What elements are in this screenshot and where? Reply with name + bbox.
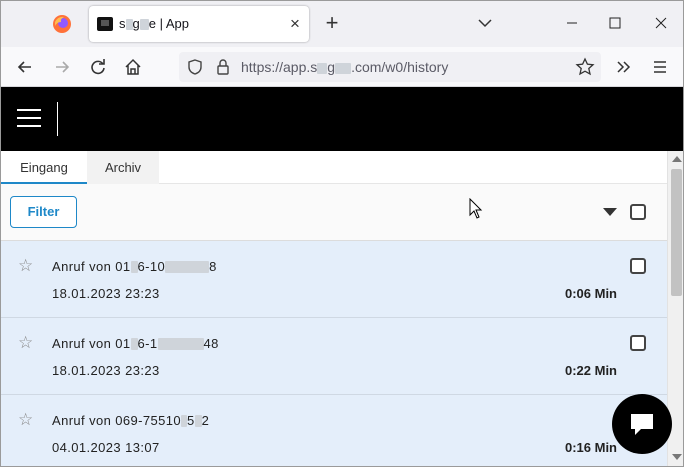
extensions-chevron-icon[interactable] xyxy=(613,56,635,78)
tab-eingang[interactable]: Eingang xyxy=(1,151,87,184)
minimize-icon[interactable] xyxy=(562,13,582,33)
header-divider xyxy=(57,102,58,136)
star-icon[interactable]: ☆ xyxy=(18,334,33,351)
hamburger-icon[interactable] xyxy=(17,109,43,129)
filter-button[interactable]: Filter xyxy=(10,196,77,228)
chat-button[interactable] xyxy=(612,394,672,454)
scroll-up-icon[interactable] xyxy=(672,156,682,162)
call-date: 18.01.2023 23:23 xyxy=(52,286,160,301)
browser-tab[interactable]: sge | App × xyxy=(89,6,309,42)
chevron-down-icon[interactable] xyxy=(475,13,495,33)
call-list-item[interactable]: ☆ Anruf von 069-75510 5 2 04.01.2023 13:07… xyxy=(1,395,667,466)
call-title: Anruf von 069-75510 5 2 xyxy=(52,413,210,428)
call-checkbox[interactable] xyxy=(630,335,646,351)
call-date: 04.01.2023 13:07 xyxy=(52,440,160,455)
star-icon[interactable]: ☆ xyxy=(18,411,33,428)
call-duration: 0:06 Min xyxy=(564,286,617,301)
chat-icon xyxy=(631,414,653,435)
close-window-icon[interactable] xyxy=(651,13,671,33)
sort-dropdown-icon[interactable] xyxy=(603,208,617,216)
app-header xyxy=(1,87,683,151)
call-duration: 0:22 Min xyxy=(564,363,617,378)
call-date: 18.01.2023 23:23 xyxy=(52,363,160,378)
list-toolbar: Filter xyxy=(1,184,667,241)
call-title: Anruf von 01 6-1 48 xyxy=(52,336,219,351)
lock-icon[interactable] xyxy=(214,58,232,76)
close-icon[interactable]: × xyxy=(285,14,305,34)
scroll-down-icon[interactable] xyxy=(672,454,682,460)
menu-icon[interactable] xyxy=(649,56,671,78)
forward-icon[interactable] xyxy=(51,56,73,78)
select-all-checkbox[interactable] xyxy=(630,204,646,220)
url-text[interactable]: https://app.s g .com/w0/history xyxy=(241,59,448,75)
navigation-bar: https://app.s g .com/w0/history xyxy=(1,47,683,87)
call-duration: 0:16 Min xyxy=(564,440,617,455)
plus-icon[interactable]: + xyxy=(321,12,343,34)
scroll-thumb[interactable] xyxy=(671,169,682,296)
main-content: Eingang Archiv Filter ☆ Anruf von 01 6-10… xyxy=(1,151,667,466)
url-bar[interactable]: https://app.s g .com/w0/history xyxy=(179,52,601,82)
back-icon[interactable] xyxy=(14,56,36,78)
tab-favicon xyxy=(97,17,113,31)
firefox-icon[interactable] xyxy=(52,14,72,34)
shield-icon[interactable] xyxy=(186,58,204,76)
call-title: Anruf von 01 6-10 8 xyxy=(52,259,217,274)
home-icon[interactable] xyxy=(122,56,144,78)
inbox-tabs: Eingang Archiv xyxy=(1,151,667,184)
tab-title: sge | App xyxy=(119,16,189,31)
tab-strip: sge | App × + xyxy=(1,1,683,47)
reload-icon[interactable] xyxy=(87,56,109,78)
call-list-item[interactable]: ☆ Anruf von 01 6-10 8 18.01.2023 23:23 0:0… xyxy=(1,241,667,318)
call-list-item[interactable]: ☆ Anruf von 01 6-1 48 18.01.2023 23:23 0:2… xyxy=(1,318,667,395)
mouse-cursor xyxy=(469,198,483,219)
call-checkbox[interactable] xyxy=(630,258,646,274)
browser-window: sge | App × + https://app.s g .com/w0/hi… xyxy=(0,0,684,467)
star-icon[interactable]: ☆ xyxy=(18,257,33,274)
bookmark-star-icon[interactable] xyxy=(575,57,595,77)
tab-archiv[interactable]: Archiv xyxy=(87,151,159,184)
maximize-icon[interactable] xyxy=(605,13,625,33)
